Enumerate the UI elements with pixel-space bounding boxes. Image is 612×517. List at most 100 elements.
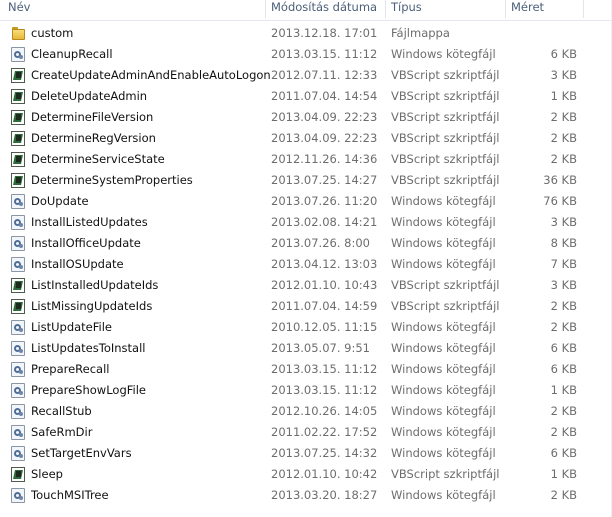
vbscript-file-icon [11,110,25,125]
file-name: DetermineSystemProperties [31,173,193,187]
file-modified-date: 2012.10.26. 14:05 [271,404,378,418]
column-header-type[interactable]: Típus [391,0,422,20]
file-type: Windows kötegfájl [391,404,496,418]
file-type: VBScript szkriptfájl [391,299,500,313]
file-row[interactable]: PrepareShowLogFile 2013.03.15. 11:12 Windo… [0,381,612,402]
file-size: 2 KB [550,425,577,439]
file-type: Windows kötegfájl [391,194,496,208]
file-name: DetermineRegVersion [31,131,156,145]
file-type: Windows kötegfájl [391,341,496,355]
file-type: Windows kötegfájl [391,488,496,502]
column-divider[interactable] [583,0,584,18]
batch-file-icon [11,425,25,440]
vbscript-file-icon [11,152,25,167]
file-name: CleanupRecall [31,47,113,61]
file-row[interactable]: DeleteUpdateAdmin 2011.07.04. 14:54 VBScri… [0,87,612,108]
file-name: ListUpdateFile [31,320,112,334]
file-row[interactable]: TouchMSITree 2013.03.20. 18:27 Windows köt… [0,486,612,507]
file-type: Windows kötegfájl [391,320,496,334]
file-name: DoUpdate [31,194,89,208]
file-row[interactable]: ListMissingUpdateIds 2011.07.04. 14:59 VBS… [0,297,612,318]
file-row[interactable]: InstallListedUpdates 2013.02.08. 14:21 Win… [0,213,612,234]
file-row[interactable]: CreateUpdateAdminAndEnableAutoLogon 2012.… [0,66,612,87]
column-header-bar: Név Módosítás dátuma Típus Méret [0,0,612,21]
file-modified-date: 2013.04.09. 22:23 [271,110,378,124]
file-row[interactable]: DetermineRegVersion 2013.04.09. 22:23 VBSc… [0,129,612,150]
file-name: RecallStub [31,404,92,418]
column-header-name[interactable]: Név [8,0,30,20]
column-header-date[interactable]: Módosítás dátuma [271,0,377,20]
file-row[interactable]: InstallOSUpdate 2013.04.12. 13:03 Windows … [0,255,612,276]
file-modified-date: 2013.07.26. 8:00 [271,236,370,250]
file-modified-date: 2013.03.20. 18:27 [271,488,378,502]
file-type: Windows kötegfájl [391,47,496,61]
file-type: VBScript szkriptfájl [391,278,500,292]
file-type: VBScript szkriptfájl [391,68,500,82]
file-name: PrepareShowLogFile [31,383,146,397]
file-size: 6 KB [550,47,577,61]
vbscript-file-icon [11,467,25,482]
file-row[interactable]: RecallStub 2012.10.26. 14:05 Windows köteg… [0,402,612,423]
column-header-size[interactable]: Méret [511,0,544,20]
file-name: ListMissingUpdateIds [31,299,153,313]
file-name: custom [31,26,74,40]
file-row[interactable]: ListUpdateFile 2010.12.05. 11:15 Windows k… [0,318,612,339]
batch-file-icon [11,257,25,272]
file-size: 6 KB [550,362,577,376]
file-type: Windows kötegfájl [391,446,496,460]
file-row[interactable]: DoUpdate 2013.07.26. 11:20 Windows kötegfá… [0,192,612,213]
file-modified-date: 2013.05.07. 9:51 [271,341,370,355]
file-size: 36 KB [543,173,577,187]
batch-file-icon [11,488,25,503]
file-size: 1 KB [550,467,577,481]
column-divider[interactable] [265,0,266,18]
file-modified-date: 2013.07.26. 11:20 [271,194,378,208]
file-modified-date: 2011.02.22. 17:52 [271,425,378,439]
file-size: 2 KB [550,320,577,334]
file-modified-date: 2012.11.26. 14:36 [271,152,378,166]
file-row[interactable]: DetermineFileVersion 2013.04.09. 22:23 VBS… [0,108,612,129]
file-name: DetermineFileVersion [31,110,154,124]
file-row[interactable]: CleanupRecall 2013.03.15. 11:12 Windows kö… [0,45,612,66]
batch-file-icon [11,236,25,251]
file-type: VBScript szkriptfájl [391,131,500,145]
folder-icon [11,26,25,41]
vbscript-file-icon [11,68,25,83]
file-row[interactable]: SetTargetEnvVars 2013.07.25. 14:32 Windows… [0,444,612,465]
file-size: 6 KB [550,446,577,460]
file-row[interactable]: SafeRmDir 2011.02.22. 17:52 Windows kötegf… [0,423,612,444]
file-row[interactable]: InstallOfficeUpdate 2013.07.26. 8:00 Windo… [0,234,612,255]
batch-file-icon [11,215,25,230]
file-name: SetTargetEnvVars [31,446,132,460]
file-size: 3 KB [550,68,577,82]
file-name: ListUpdatesToInstall [31,341,146,355]
file-size: 2 KB [550,404,577,418]
batch-file-icon [11,404,25,419]
file-row[interactable]: ListUpdatesToInstall 2013.05.07. 9:51 Wind… [0,339,612,360]
file-type: Windows kötegfájl [391,425,496,439]
file-row[interactable]: ListInstalledUpdateIds 2012.01.10. 10:43 V… [0,276,612,297]
file-row[interactable]: Sleep 2012.01.10. 10:42 VBScript szkriptfá… [0,465,612,486]
file-type: VBScript szkriptfájl [391,173,500,187]
file-type: VBScript szkriptfájl [391,89,500,103]
column-divider[interactable] [385,0,386,18]
file-modified-date: 2013.02.08. 14:21 [271,215,378,229]
file-modified-date: 2011.07.04. 14:59 [271,299,378,313]
batch-file-icon [11,362,25,377]
batch-file-icon [11,194,25,209]
file-type: VBScript szkriptfájl [391,467,500,481]
file-size: 3 KB [550,278,577,292]
file-modified-date: 2012.01.10. 10:42 [271,467,378,481]
file-type: VBScript szkriptfájl [391,110,500,124]
file-row[interactable]: PrepareRecall 2013.03.15. 11:12 Windows kö… [0,360,612,381]
file-row[interactable]: DetermineServiceState 2012.11.26. 14:36 VB… [0,150,612,171]
column-divider[interactable] [505,0,506,18]
file-size: 7 KB [550,257,577,271]
file-row[interactable]: custom 2013.12.18. 17:01 Fájlmappa [0,24,612,45]
file-row[interactable]: DetermineSystemProperties 2013.07.25. 14:… [0,171,612,192]
file-size: 2 KB [550,110,577,124]
batch-file-icon [11,341,25,356]
file-type: Windows kötegfájl [391,362,496,376]
file-modified-date: 2012.07.11. 12:33 [271,68,378,82]
file-modified-date: 2013.03.15. 11:12 [271,383,378,397]
